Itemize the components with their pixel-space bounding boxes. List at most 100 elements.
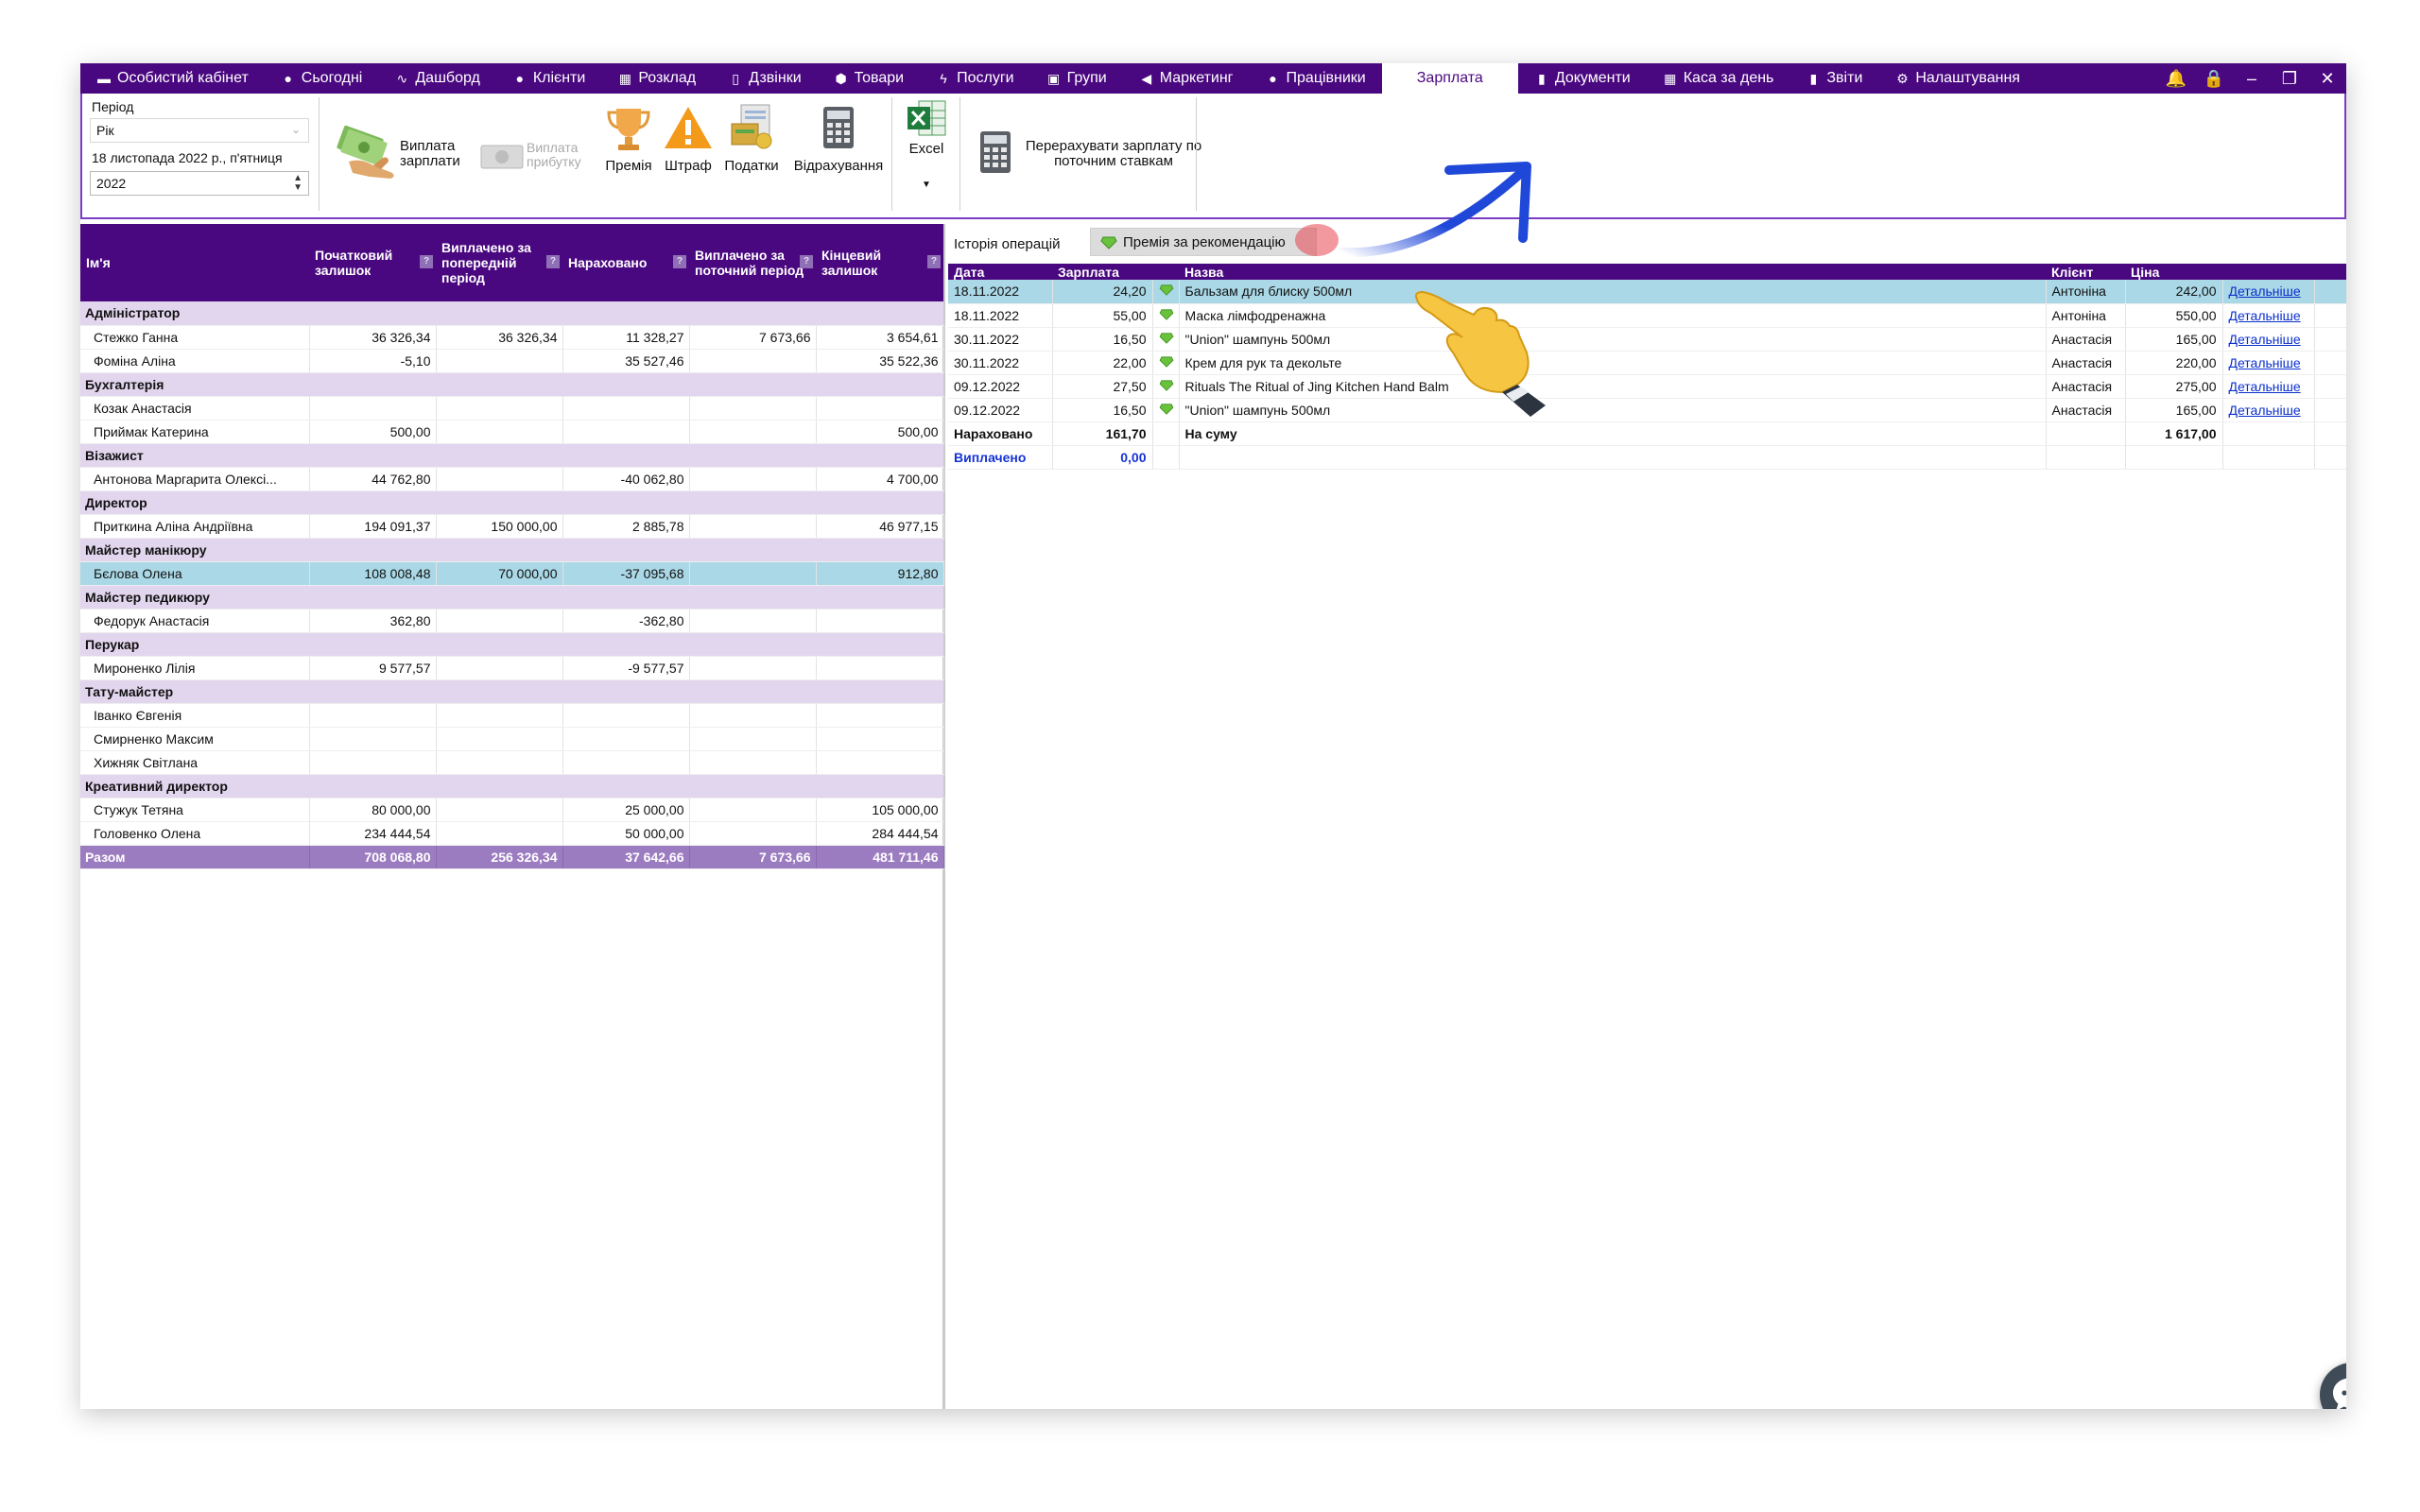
history-column-header[interactable] (2222, 264, 2314, 280)
click-indicator (1295, 224, 1339, 256)
group-row[interactable]: Адміністратор (80, 301, 943, 326)
lock-icon[interactable]: 🔒 (2195, 69, 2233, 89)
cell-paid_prev (436, 798, 563, 822)
details-link[interactable]: Детальніше (2222, 398, 2315, 422)
group-row[interactable]: Майстер педикюру (80, 585, 943, 610)
group-row[interactable]: Креативний директор (80, 774, 943, 799)
pay-profit-button[interactable]: Виплата прибутку (477, 128, 591, 184)
nav-tab-9[interactable]: ◀ Маркетинг (1123, 63, 1250, 94)
history-row[interactable]: 30.11.2022 16,50 "Union" шампунь 500мл Анас… (948, 327, 2346, 352)
nav-tab-15[interactable]: ⚙ Налаштування (1878, 63, 2036, 94)
history-price: 220,00 (2125, 351, 2223, 375)
nav-tab-12[interactable]: ▮ Документи (1518, 63, 1647, 94)
employee-name: Приткина Аліна Андріївна (80, 514, 310, 539)
close-icon[interactable]: ✕ (2308, 69, 2346, 89)
history-column-header[interactable]: Клієнт (2046, 264, 2125, 280)
employee-row[interactable]: Мироненко Лілія 9 577,57 -9 577,57 (80, 656, 944, 680)
filter-icon[interactable]: ? (927, 255, 941, 268)
history-table-header: Дата Зарплата Назва Клієнт Ціна (948, 264, 2346, 280)
nav-tab-0[interactable]: ▬ Особистий кабінет (80, 63, 265, 94)
deductions-button[interactable]: Відрахування (786, 103, 891, 198)
history-row[interactable]: 18.11.2022 24,20 Бальзам для блиску 500мл А… (948, 280, 2346, 304)
employee-row[interactable]: Бєлова Олена 108 008,48 70 000,00 -37 095,6… (80, 561, 944, 586)
employee-row[interactable]: Козак Анастасія (80, 396, 944, 421)
filter-icon[interactable]: ? (546, 255, 560, 268)
employee-row[interactable]: Антонова Маргарита Олексі... 44 762,80 -40… (80, 467, 944, 491)
dropdown-arrow-icon[interactable]: ▼ (899, 180, 954, 190)
cell-paid_cur: 7 673,66 (689, 325, 817, 350)
nav-tab-14[interactable]: ▮ Звіти (1789, 63, 1878, 94)
nav-tab-7[interactable]: ϟ Послуги (920, 63, 1030, 94)
employee-row[interactable]: Стежко Ганна 36 326,34 36 326,34 11 328,27 7… (80, 325, 944, 350)
nav-tab-5[interactable]: ▯ Дзвінки (712, 63, 818, 94)
excel-label: Excel (908, 141, 944, 157)
history-column-header[interactable]: Назва (1179, 264, 2046, 280)
bell-icon[interactable]: 🔔 (2157, 69, 2195, 89)
nav-tab-label: Дзвінки (749, 70, 802, 86)
nav-tab-2[interactable]: ∿ Дашборд (378, 63, 496, 94)
history-price: 165,00 (2125, 327, 2223, 352)
history-column-header[interactable] (1152, 264, 1179, 280)
taxes-button[interactable]: Податки (714, 103, 789, 198)
employee-row[interactable]: Іванко Євгенія (80, 703, 944, 728)
history-row[interactable]: 30.11.2022 22,00 Крем для рук та декольте А… (948, 351, 2346, 375)
employee-row[interactable]: Хижняк Світлана (80, 750, 944, 775)
nav-tab-4[interactable]: ▦ Розклад (601, 63, 712, 94)
filter-icon[interactable]: ? (420, 255, 433, 268)
minimize-icon[interactable]: – (2233, 69, 2271, 89)
column-header[interactable]: Виплачено за попередній період? (436, 224, 562, 301)
period-select[interactable]: Рік ⌄ (90, 118, 309, 143)
restore-icon[interactable]: ❐ (2271, 69, 2308, 89)
recalc-salary-button[interactable]: Перерахувати зарплату по поточним ставка… (977, 128, 1203, 184)
nav-tab-10[interactable]: ● Працівники (1250, 63, 1382, 94)
history-row[interactable]: 09.12.2022 27,50 Rituals The Ritual of Jin… (948, 374, 2346, 399)
group-row[interactable]: Тату-майстер (80, 679, 943, 704)
chat-button[interactable] (2320, 1363, 2346, 1409)
employee-row[interactable]: Приймак Катерина 500,00 500,00 (80, 420, 944, 444)
history-row[interactable]: 18.11.2022 55,00 Маска лімфодренажна Антоні… (948, 303, 2346, 328)
column-header[interactable]: Нараховано? (562, 224, 689, 301)
cell-paid_prev (436, 420, 563, 444)
cell-end (816, 750, 944, 775)
group-row[interactable]: Перукар (80, 632, 943, 657)
employee-row[interactable]: Стужук Тетяна 80 000,00 25 000,00 105 000,0… (80, 798, 944, 822)
nav-tab-6[interactable]: ⬢ Товари (818, 63, 920, 94)
nav-tab-1[interactable]: ● Сьогодні (265, 63, 379, 94)
nav-tab-11[interactable]: Зарплата (1381, 63, 1518, 94)
group-row[interactable]: Майстер манікюру (80, 538, 943, 562)
nav-tab-13[interactable]: ▦ Каса за день (1647, 63, 1790, 94)
employee-name: Фоміна Аліна (80, 349, 310, 373)
filter-icon[interactable]: ? (800, 255, 813, 268)
details-link[interactable]: Детальніше (2222, 374, 2315, 399)
cell-paid_cur (689, 821, 817, 846)
details-link[interactable]: Детальніше (2222, 280, 2315, 304)
history-column-header[interactable]: Зарплата (1052, 264, 1152, 280)
employee-row[interactable]: Приткина Аліна Андріївна 194 091,37 150 00… (80, 514, 944, 539)
history-column-header[interactable]: Дата (948, 264, 1052, 280)
cell-accrued (562, 420, 690, 444)
column-header[interactable]: Виплачено за поточний період? (689, 224, 816, 301)
history-column-header[interactable]: Ціна (2125, 264, 2222, 280)
details-link[interactable]: Детальніше (2222, 351, 2315, 375)
details-link[interactable]: Детальніше (2222, 327, 2315, 352)
referral-bonus-button[interactable]: Премія за рекомендацію (1090, 228, 1317, 256)
nav-tab-3[interactable]: ● Клієнти (496, 63, 601, 94)
excel-export-button[interactable]: Excel ▼ (899, 97, 954, 211)
details-link[interactable]: Детальніше (2222, 303, 2315, 328)
employee-row[interactable]: Головенко Олена 234 444,54 50 000,00 284 44… (80, 821, 944, 846)
column-header[interactable]: Ім'я (80, 224, 309, 301)
group-row[interactable]: Візажист (80, 443, 943, 468)
nav-tab-8[interactable]: ▣ Групи (1030, 63, 1123, 94)
spinner-arrows-icon[interactable]: ▲ ▼ (293, 174, 302, 193)
filter-icon[interactable]: ? (673, 255, 686, 268)
group-row[interactable]: Бухгалтерія (80, 372, 943, 397)
employee-row[interactable]: Фоміна Аліна -5,10 35 527,46 35 522,36 (80, 349, 944, 373)
column-header[interactable]: Кінцевий залишок? (816, 224, 943, 301)
group-icon: ▣ (1047, 71, 1061, 86)
group-row[interactable]: Директор (80, 490, 943, 515)
column-header[interactable]: Початковий залишок? (309, 224, 436, 301)
employee-row[interactable]: Федорук Анастасія 362,80 -362,80 (80, 609, 944, 633)
employee-row[interactable]: Смирненко Максим (80, 727, 944, 751)
year-spinner[interactable]: 2022 ▲ ▼ (90, 171, 309, 196)
history-row[interactable]: 09.12.2022 16,50 "Union" шампунь 500мл Анас… (948, 398, 2346, 422)
